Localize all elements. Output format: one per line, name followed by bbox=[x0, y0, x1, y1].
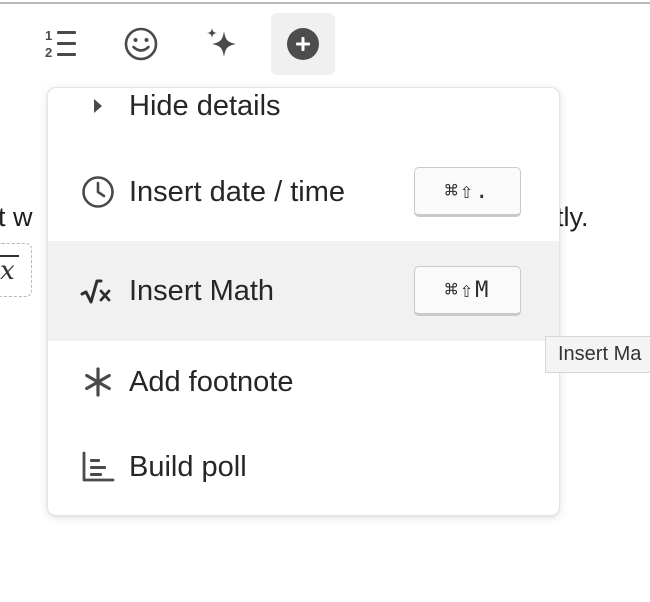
shortcut-badge: ⌘⇧. bbox=[414, 167, 521, 217]
menu-item-label: Insert date / time bbox=[129, 175, 345, 208]
svg-text:1: 1 bbox=[45, 28, 52, 43]
insert-button[interactable] bbox=[271, 13, 335, 75]
triangle-right-icon bbox=[80, 88, 116, 124]
menu-item-label: Add footnote bbox=[129, 365, 294, 398]
numbered-list-icon: 1 2 bbox=[45, 28, 76, 60]
menu-item-label: Build poll bbox=[129, 450, 247, 483]
menu-item-label: Insert Math bbox=[129, 274, 275, 307]
top-divider bbox=[0, 2, 650, 4]
square-root-icon bbox=[80, 273, 116, 309]
shortcut-badge: ⌘⇧M bbox=[414, 266, 521, 316]
math-chip[interactable]: x bbox=[0, 243, 32, 297]
insert-math-tooltip: Insert Ma bbox=[545, 336, 650, 373]
plus-circle-icon bbox=[287, 28, 319, 60]
menu-item-add-footnote[interactable]: Add footnote bbox=[48, 341, 559, 423]
bar-chart-icon bbox=[80, 449, 116, 485]
menu-item-hide-details[interactable]: Hide details bbox=[48, 88, 559, 126]
menu-item-insert-date-time[interactable]: Insert date / time ⌘⇧. bbox=[48, 152, 559, 232]
smiley-icon bbox=[124, 27, 158, 61]
emoji-button[interactable] bbox=[109, 13, 173, 75]
math-chip-symbol: x bbox=[0, 256, 15, 286]
insert-menu: Hide details Insert date / time ⌘⇧. Inse… bbox=[47, 87, 560, 516]
document-text-fragment-right: tly. bbox=[556, 202, 589, 232]
clock-icon bbox=[80, 174, 116, 210]
menu-item-insert-math[interactable]: Insert Math ⌘⇧M bbox=[48, 241, 559, 341]
ai-sparkle-button[interactable] bbox=[190, 13, 254, 75]
numbered-list-button[interactable]: 1 2 bbox=[29, 13, 93, 75]
menu-item-build-poll[interactable]: Build poll bbox=[48, 426, 559, 508]
sparkle-icon bbox=[207, 28, 236, 57]
svg-text:2: 2 bbox=[45, 45, 52, 60]
asterisk-icon bbox=[80, 364, 116, 400]
document-text-fragment-left: t w bbox=[0, 202, 33, 232]
menu-item-label: Hide details bbox=[129, 89, 281, 122]
